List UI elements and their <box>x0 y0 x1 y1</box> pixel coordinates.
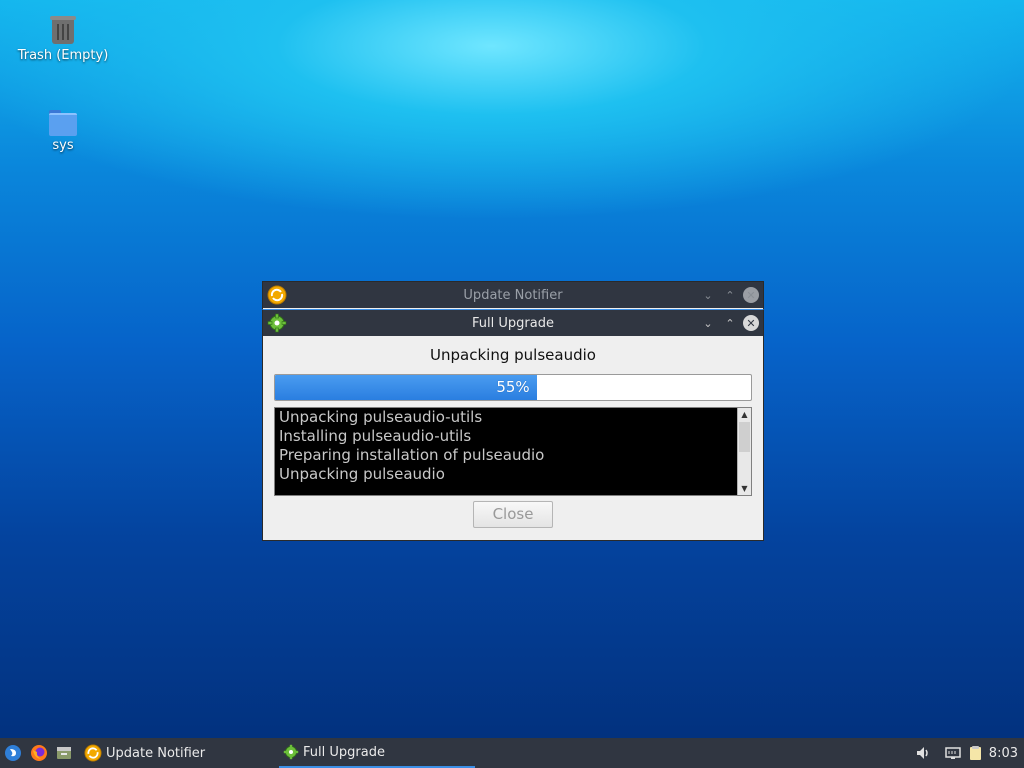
desktop-icon-label: Trash (Empty) <box>17 48 109 63</box>
gear-icon <box>283 744 299 760</box>
volume-icon <box>917 747 928 759</box>
progress-label: 55% <box>496 378 530 396</box>
file-manager-launcher[interactable] <box>55 738 73 768</box>
desktop-icon-trash[interactable]: Trash (Empty) <box>8 14 118 63</box>
close-window-button[interactable]: ✕ <box>743 287 759 303</box>
desktop-icon-sys[interactable]: sys <box>8 104 118 153</box>
minimize-button[interactable]: ⌄ <box>699 286 717 304</box>
start-menu-icon <box>5 745 21 761</box>
firefox-icon <box>31 745 47 761</box>
maximize-button[interactable]: ⌃ <box>721 286 739 304</box>
firefox-launcher[interactable] <box>30 738 48 768</box>
update-notifier-titlebar[interactable]: Update Notifier ⌄ ⌃ ✕ <box>263 282 763 308</box>
task-full-upgrade[interactable]: Full Upgrade <box>279 738 475 768</box>
scroll-thumb[interactable] <box>739 422 750 452</box>
maximize-button[interactable]: ⌃ <box>721 314 739 332</box>
full-upgrade-window[interactable]: Full Upgrade ⌄ ⌃ ✕ Unpacking pulseaudio … <box>262 309 764 541</box>
taskbar: Update Notifier Full Upgrade 8:03 <box>0 738 1024 768</box>
full-upgrade-titlebar[interactable]: Full Upgrade ⌄ ⌃ ✕ <box>263 310 763 336</box>
file-manager-icon <box>57 747 71 759</box>
start-menu-button[interactable] <box>4 738 22 768</box>
log-line: Unpacking pulseaudio-utils <box>279 408 483 426</box>
task-update-notifier[interactable]: Update Notifier <box>80 738 274 768</box>
close-button[interactable]: Close <box>473 501 553 528</box>
clock[interactable]: 8:03 <box>989 746 1018 761</box>
log-lines: Unpacking pulseaudio-utils Installing pul… <box>275 408 751 484</box>
trash-icon <box>47 14 79 46</box>
scroll-down-arrow-icon[interactable]: ▼ <box>738 482 751 495</box>
window-title: Update Notifier <box>463 287 563 303</box>
close-window-button[interactable]: ✕ <box>743 315 759 331</box>
network-tray[interactable] <box>944 738 962 768</box>
log-line: Unpacking pulseaudio <box>279 465 445 483</box>
status-heading: Unpacking pulseaudio <box>430 346 596 364</box>
update-notifier-icon <box>267 285 287 305</box>
window-title: Full Upgrade <box>472 315 554 331</box>
gear-icon <box>267 313 287 333</box>
clipboard-tray[interactable] <box>966 738 984 768</box>
desktop-icon-label: sys <box>52 138 74 153</box>
log-scrollbar[interactable]: ▲ ▼ <box>737 408 751 495</box>
task-label: Full Upgrade <box>303 744 385 760</box>
minimize-button[interactable]: ⌄ <box>699 314 717 332</box>
log-line: Installing pulseaudio-utils <box>279 427 472 445</box>
clipboard-icon <box>970 746 981 760</box>
folder-icon <box>47 104 79 136</box>
volume-tray[interactable] <box>914 738 932 768</box>
log-line: Preparing installation of pulseaudio <box>279 446 545 464</box>
task-label: Update Notifier <box>106 745 206 761</box>
progress-bar: 55% <box>274 374 752 401</box>
network-icon <box>945 747 961 759</box>
update-notifier-icon <box>84 744 102 762</box>
log-output[interactable]: Unpacking pulseaudio-utils Installing pul… <box>274 407 752 496</box>
scroll-up-arrow-icon[interactable]: ▲ <box>738 408 751 421</box>
